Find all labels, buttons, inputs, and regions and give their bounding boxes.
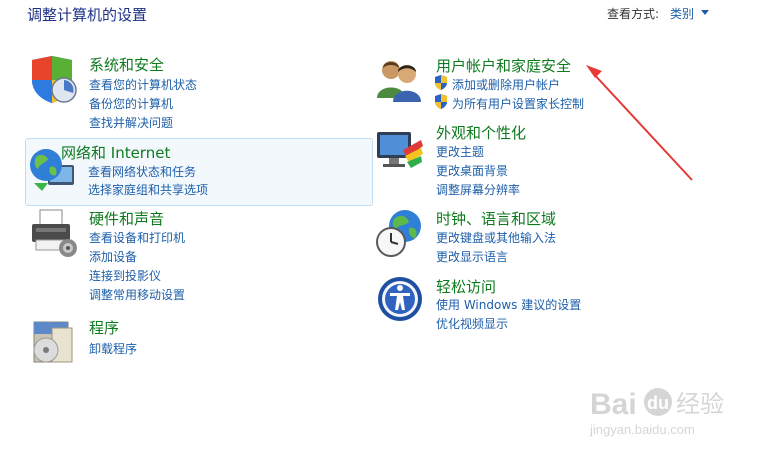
- clock-globe-icon[interactable]: [375, 208, 425, 258]
- link-devices-printers[interactable]: 查看设备和打印机: [89, 229, 185, 246]
- shield-security-icon[interactable]: [28, 54, 78, 104]
- monitor-palette-icon[interactable]: [375, 126, 425, 176]
- category-clock-language-region: 时钟、语言和区域 更改键盘或其他输入法 更改显示语言: [373, 206, 703, 268]
- view-by-label: 查看方式:: [607, 7, 660, 21]
- category-title[interactable]: 程序: [89, 317, 119, 338]
- link-optimize-video[interactable]: 优化视频显示: [436, 315, 508, 332]
- category-title[interactable]: 系统和安全: [89, 54, 164, 75]
- category-hardware-sound: 硬件和声音 查看设备和打印机 添加设备 连接到投影仪 调整常用移动设置: [26, 206, 346, 306]
- category-title[interactable]: 轻松访问: [436, 276, 496, 297]
- category-ease-of-access: 轻松访问 使用 Windows 建议的设置 优化视频显示: [373, 274, 703, 336]
- link-display-language[interactable]: 更改显示语言: [436, 248, 508, 265]
- users-icon[interactable]: [375, 54, 425, 104]
- link-homegroup-sharing[interactable]: 选择家庭组和共享选项: [88, 181, 208, 198]
- link-parental-controls[interactable]: 为所有用户设置家长控制: [452, 95, 584, 112]
- printer-icon[interactable]: [28, 208, 78, 258]
- category-programs: 程序 卸载程序: [26, 314, 346, 364]
- watermark-url: jingyan.baidu.com: [589, 422, 695, 437]
- chevron-down-icon[interactable]: [701, 10, 709, 15]
- link-desktop-background[interactable]: 更改桌面背景: [436, 162, 508, 179]
- link-connect-projector[interactable]: 连接到投影仪: [89, 267, 161, 284]
- category-title[interactable]: 硬件和声音: [89, 208, 164, 229]
- category-title[interactable]: 外观和个性化: [436, 122, 526, 143]
- link-backup-computer[interactable]: 备份您的计算机: [89, 95, 173, 112]
- watermark-cn: 经验: [676, 390, 724, 418]
- category-user-accounts: 用户帐户和家庭安全 添加或删除用户帐户 为所有用户设置家长控制: [373, 52, 703, 114]
- link-add-device[interactable]: 添加设备: [89, 248, 137, 265]
- link-uninstall-program[interactable]: 卸载程序: [89, 340, 137, 357]
- uac-shield-icon: [435, 75, 447, 90]
- link-recommended-settings[interactable]: 使用 Windows 建议的设置: [436, 296, 581, 313]
- uac-shield-icon: [435, 94, 447, 109]
- link-network-status[interactable]: 查看网络状态和任务: [88, 163, 196, 180]
- baidu-watermark-logo: Bai du 经验 jingyan.baidu.com: [589, 388, 724, 437]
- link-troubleshoot[interactable]: 查找并解决问题: [89, 114, 173, 131]
- category-title[interactable]: 时钟、语言和区域: [436, 208, 556, 229]
- disc-box-icon[interactable]: [28, 316, 78, 366]
- link-add-remove-user[interactable]: 添加或删除用户帐户: [452, 76, 560, 93]
- category-title[interactable]: 网络和 Internet: [61, 142, 170, 163]
- category-title[interactable]: 用户帐户和家庭安全: [436, 55, 571, 76]
- watermark-brand: Bai: [590, 388, 637, 421]
- link-view-computer-status[interactable]: 查看您的计算机状态: [89, 76, 197, 93]
- view-by: 查看方式: 类别: [607, 5, 709, 22]
- link-mobility-settings[interactable]: 调整常用移动设置: [89, 286, 185, 303]
- link-screen-resolution[interactable]: 调整屏幕分辨率: [436, 181, 520, 198]
- category-system-security: 系统和安全 查看您的计算机状态 备份您的计算机 查找并解决问题: [26, 52, 346, 132]
- category-network-internet[interactable]: 网络和 Internet 查看网络状态和任务 选择家庭组和共享选项: [25, 138, 373, 206]
- accessibility-icon[interactable]: [375, 274, 425, 324]
- link-keyboard-input[interactable]: 更改键盘或其他输入法: [436, 229, 556, 246]
- category-appearance: 外观和个性化 更改主题 更改桌面背景 调整屏幕分辨率: [373, 120, 703, 200]
- page-title: 调整计算机的设置: [27, 6, 148, 24]
- watermark-paw: du: [647, 393, 669, 413]
- view-by-dropdown[interactable]: 类别: [670, 5, 694, 22]
- link-change-theme[interactable]: 更改主题: [436, 143, 484, 160]
